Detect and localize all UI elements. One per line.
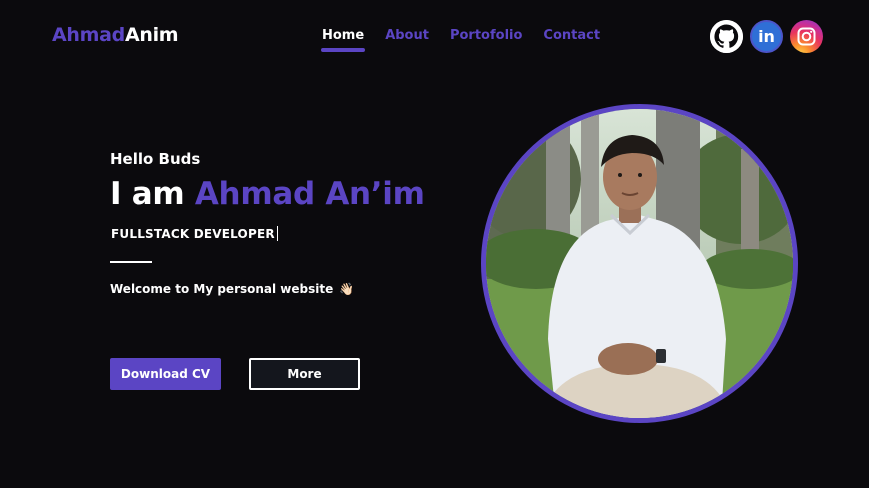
more-button[interactable]: More [249, 358, 360, 390]
hero-headline: I am Ahmad An’im [110, 176, 425, 212]
instagram-icon[interactable] [790, 20, 823, 53]
headline-prefix: I am [110, 176, 185, 212]
wave-icon: 👋🏻 [339, 282, 355, 296]
hero-greeting: Hello Buds [110, 150, 201, 168]
social-links: in [710, 20, 823, 53]
linkedin-label: in [758, 27, 775, 46]
main-nav: Home About Portofolio Contact [320, 28, 600, 52]
typing-caret [276, 226, 278, 241]
profile-photo [481, 104, 798, 423]
nav-portofolio[interactable]: Portofolio [450, 28, 522, 43]
nav-home[interactable]: Home [320, 28, 366, 52]
headline-name: Ahmad An’im [194, 176, 425, 212]
nav-contact[interactable]: Contact [543, 28, 600, 43]
nav-about[interactable]: About [385, 28, 429, 43]
welcome-text: Welcome to My personal website [110, 282, 334, 296]
site-logo[interactable]: AhmadAnim [52, 24, 179, 46]
hero-welcome: Welcome to My personal website 👋🏻 [110, 282, 354, 296]
download-cv-button[interactable]: Download CV [110, 358, 221, 390]
hero-divider [110, 261, 152, 263]
logo-second: Anim [124, 24, 179, 46]
linkedin-icon[interactable]: in [750, 20, 783, 53]
logo-first: Ahmad [52, 24, 125, 46]
hero-role: FULLSTACK DEVELOPER [111, 226, 278, 241]
github-icon[interactable] [710, 20, 743, 53]
role-text: FULLSTACK DEVELOPER [111, 227, 275, 241]
